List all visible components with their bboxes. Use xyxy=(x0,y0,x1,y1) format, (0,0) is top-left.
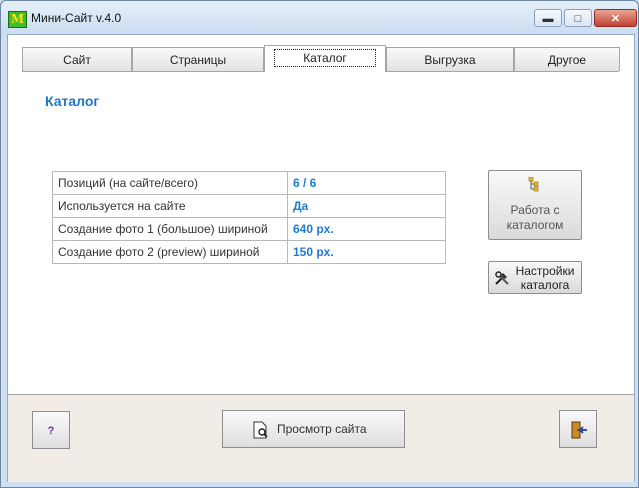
minimize-button[interactable]: ▬ xyxy=(534,9,562,27)
exit-door-icon xyxy=(571,421,587,439)
catalog-settings-label: Настройки каталога xyxy=(515,264,575,292)
main-window: M Мини-Сайт v.4.0 ▬ □ ✕ Сайт Страницы Ка… xyxy=(0,0,639,488)
row-value: 6 / 6 xyxy=(287,171,446,195)
table-row: Создание фото 2 (preview) шириной 150 px… xyxy=(52,240,446,264)
minimize-icon: ▬ xyxy=(542,13,554,25)
preview-site-button[interactable]: Просмотр сайта xyxy=(222,410,405,448)
maximize-button[interactable]: □ xyxy=(564,9,592,27)
table-row: Используется на сайте Да xyxy=(52,194,446,218)
table-row: Позиций (на сайте/всего) 6 / 6 xyxy=(52,171,446,195)
row-label: Используется на сайте xyxy=(52,194,288,218)
row-value: 640 px. xyxy=(287,217,446,241)
tab-catalog-label: Каталог xyxy=(274,49,376,67)
close-icon: ✕ xyxy=(610,13,621,25)
catalog-work-label: Работа с каталогом xyxy=(506,203,564,232)
row-value: 150 px. xyxy=(287,240,446,264)
close-button[interactable]: ✕ xyxy=(594,9,637,27)
row-value: Да xyxy=(287,194,446,218)
document-search-icon xyxy=(253,421,268,439)
catalog-work-button[interactable]: Работа с каталогом xyxy=(488,170,582,240)
tree-icon xyxy=(528,177,539,192)
tab-site[interactable]: Сайт xyxy=(22,47,132,71)
client-area: Сайт Страницы Каталог Выгрузка Другое Ка… xyxy=(7,34,635,482)
title-bar[interactable]: M Мини-Сайт v.4.0 ▬ □ ✕ xyxy=(1,1,638,35)
footer-panel: ? Просмотр сайта xyxy=(8,394,634,482)
tools-icon xyxy=(495,271,509,285)
tab-bar: Сайт Страницы Каталог Выгрузка Другое xyxy=(22,45,622,72)
help-button[interactable]: ? xyxy=(32,411,70,449)
app-logo-icon: M xyxy=(8,11,27,28)
catalog-settings-button[interactable]: Настройки каталога xyxy=(488,261,582,294)
row-label: Позиций (на сайте/всего) xyxy=(52,171,288,195)
preview-site-label: Просмотр сайта xyxy=(277,422,367,436)
window-title: Мини-Сайт v.4.0 xyxy=(31,11,122,25)
tab-export[interactable]: Выгрузка xyxy=(386,47,514,71)
tab-other[interactable]: Другое xyxy=(514,47,620,71)
page-title: Каталог xyxy=(45,93,100,109)
row-label: Создание фото 1 (большое) шириной xyxy=(52,217,288,241)
row-label: Создание фото 2 (preview) шириной xyxy=(52,240,288,264)
table-row: Создание фото 1 (большое) шириной 640 px… xyxy=(52,217,446,241)
tab-catalog[interactable]: Каталог xyxy=(264,45,386,72)
exit-button[interactable] xyxy=(559,410,597,448)
tab-pages[interactable]: Страницы xyxy=(132,47,264,71)
maximize-icon: □ xyxy=(574,13,582,25)
catalog-info-table: Позиций (на сайте/всего) 6 / 6 Используе… xyxy=(52,171,446,264)
